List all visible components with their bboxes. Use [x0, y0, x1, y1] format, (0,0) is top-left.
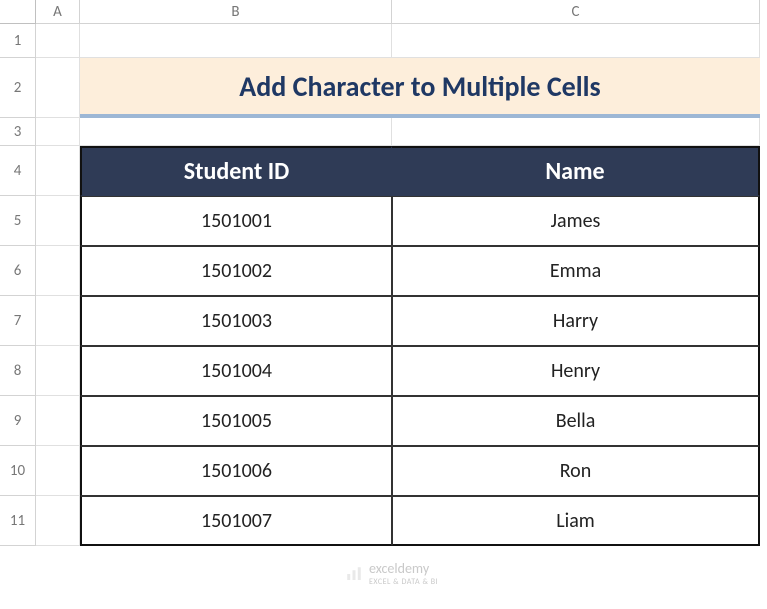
cell-A8[interactable]	[36, 346, 80, 396]
table-cell-id[interactable]: 1501005	[80, 396, 392, 446]
row-header-6[interactable]: 6	[0, 246, 36, 296]
watermark-tagline: EXCEL & DATA & BI	[369, 577, 438, 587]
cell-A7[interactable]	[36, 296, 80, 346]
table-cell-name[interactable]: Liam	[392, 496, 760, 546]
row-header-11[interactable]: 11	[0, 496, 36, 546]
row-header-3[interactable]: 3	[0, 118, 36, 146]
row-header-10[interactable]: 10	[0, 446, 36, 496]
cell-A6[interactable]	[36, 246, 80, 296]
table-header-name[interactable]: Name	[392, 146, 760, 196]
cell-C3[interactable]	[392, 118, 760, 146]
table-cell-id[interactable]: 1501003	[80, 296, 392, 346]
select-all-corner[interactable]	[0, 0, 36, 24]
table-cell-name[interactable]: Emma	[392, 246, 760, 296]
row-header-1[interactable]: 1	[0, 24, 36, 58]
table-cell-id[interactable]: 1501007	[80, 496, 392, 546]
cell-C1[interactable]	[392, 24, 760, 58]
chart-icon	[345, 565, 363, 583]
row-header-7[interactable]: 7	[0, 296, 36, 346]
table-cell-id[interactable]: 1501002	[80, 246, 392, 296]
watermark: exceldemy EXCEL & DATA & BI	[345, 560, 438, 587]
row-header-4[interactable]: 4	[0, 146, 36, 196]
spreadsheet: A B C 1 2 3 4 5 6 7 8 9 10 11 Add Charac…	[0, 0, 767, 546]
cell-A10[interactable]	[36, 446, 80, 496]
title-cell[interactable]: Add Character to Multiple Cells	[80, 58, 760, 118]
cell-A5[interactable]	[36, 196, 80, 246]
cell-A4[interactable]	[36, 146, 80, 196]
table-header-id[interactable]: Student ID	[80, 146, 392, 196]
cell-B3[interactable]	[80, 118, 392, 146]
col-header-C[interactable]: C	[392, 0, 760, 24]
table-cell-id[interactable]: 1501001	[80, 196, 392, 246]
cell-A11[interactable]	[36, 496, 80, 546]
table-cell-name[interactable]: Henry	[392, 346, 760, 396]
table-cell-name[interactable]: James	[392, 196, 760, 246]
cell-A3[interactable]	[36, 118, 80, 146]
row-header-5[interactable]: 5	[0, 196, 36, 246]
cell-A9[interactable]	[36, 396, 80, 446]
col-header-A[interactable]: A	[36, 0, 80, 24]
table-cell-name[interactable]: Bella	[392, 396, 760, 446]
cell-B1[interactable]	[80, 24, 392, 58]
cell-A2[interactable]	[36, 58, 80, 118]
cell-A1[interactable]	[36, 24, 80, 58]
row-header-9[interactable]: 9	[0, 396, 36, 446]
row-header-8[interactable]: 8	[0, 346, 36, 396]
table-cell-name[interactable]: Harry	[392, 296, 760, 346]
table-cell-id[interactable]: 1501006	[80, 446, 392, 496]
watermark-brand: exceldemy	[369, 560, 438, 577]
title-text: Add Character to Multiple Cells	[239, 69, 600, 104]
table-cell-id[interactable]: 1501004	[80, 346, 392, 396]
col-header-B[interactable]: B	[80, 0, 392, 24]
row-header-2[interactable]: 2	[0, 58, 36, 118]
table-cell-name[interactable]: Ron	[392, 446, 760, 496]
